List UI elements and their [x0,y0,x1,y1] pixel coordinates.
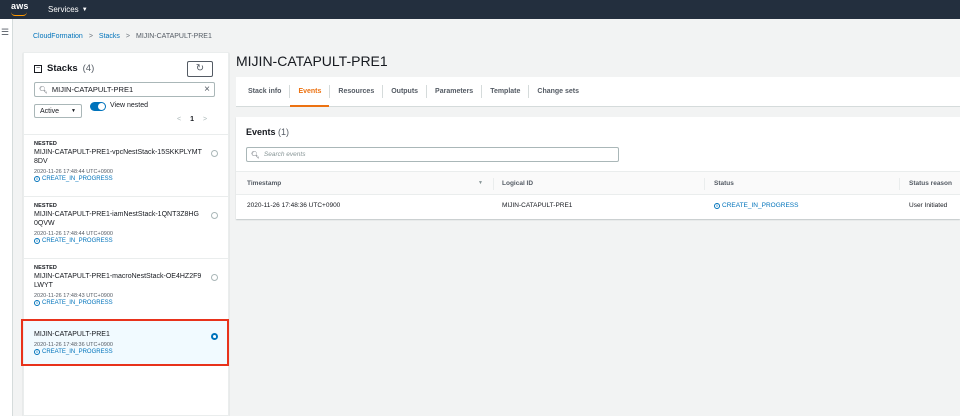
stack-status-text: CREATE_IN_PROGRESS [42,176,113,182]
view-nested-toggle[interactable] [90,102,106,111]
stacks-title: Stacks [47,63,78,74]
tab-outputs[interactable]: Outputs [383,85,428,98]
tab-stack-info[interactable]: Stack info [240,85,291,98]
previous-page-icon[interactable]: < [177,116,181,123]
aws-logo[interactable]: aws [9,1,31,18]
info-icon: i [34,176,40,182]
nested-label: NESTED [34,265,57,271]
stack-status: i CREATE_IN_PROGRESS [34,349,218,355]
top-navigation-bar: aws Services ▼ [0,0,960,19]
info-icon: i [34,300,40,306]
stack-list-item-selected[interactable]: MIJIN-CATAPULT-PRE1 2020-11-26 17:48:36 … [24,320,228,366]
stack-name: MIJIN-CATAPULT-PRE1-iamNestStack-1QNT3Z8… [34,211,199,227]
filter-selected-value: Active [40,107,60,115]
events-table-header: Timestamp ▼ Logical ID Status Status rea… [236,171,960,195]
info-icon: i [714,202,720,209]
caret-down-icon: ▼ [81,6,88,13]
left-rail: ☰ [0,19,13,416]
column-header-logical-id[interactable]: Logical ID [502,180,533,187]
stack-timestamp: 2020-11-26 17:48:44 UTC+0900 [34,231,113,237]
events-search-placeholder: Search events [263,151,306,158]
column-header-status-reason[interactable]: Status reason [909,180,952,187]
event-status-text: CREATE_IN_PROGRESS [722,202,799,209]
chevron-right-icon: > [125,33,131,40]
stack-radio-button[interactable] [211,274,218,281]
aws-smile-icon [11,12,27,16]
stacks-count: (4) [82,63,95,74]
event-status-reason: User Initiated [909,202,948,209]
events-header: Events (1) [246,127,289,137]
caret-down-icon: ▼ [71,108,76,114]
breadcrumb-current: MIJIN-CATAPULT-PRE1 [136,33,212,40]
collapse-icon[interactable]: − [34,64,42,73]
search-icon: 🔍︎ [251,151,260,159]
pagination: < 1 > [177,116,207,123]
stack-radio-button-selected[interactable] [211,333,218,340]
event-logical-id: MIJIN-CATAPULT-PRE1 [502,202,573,209]
event-status: i CREATE_IN_PROGRESS [714,202,798,209]
tab-resources[interactable]: Resources [330,85,384,98]
stack-name: MIJIN-CATAPULT-PRE1-vpcNestStack-15SKKPL… [34,149,202,165]
column-divider [704,178,705,190]
stack-list: NESTED MIJIN-CATAPULT-PRE1-vpcNestStack-… [24,134,228,366]
stack-status: i CREATE_IN_PROGRESS [34,176,218,182]
stacks-panel-header: − Stacks (4) [34,63,94,74]
aws-logo-text: aws [11,1,29,11]
next-page-icon[interactable]: > [203,116,207,123]
stack-name: MIJIN-CATAPULT-PRE1 [34,331,110,338]
events-search-input[interactable]: 🔍︎ Search events [246,147,619,162]
refresh-button[interactable]: ↻ [187,61,213,77]
refresh-icon: ↻ [195,63,205,74]
info-icon: i [34,349,40,355]
stack-radio-button[interactable] [211,150,218,157]
stack-timestamp: 2020-11-26 17:48:36 UTC+0900 [34,342,113,348]
table-row[interactable]: 2020-11-26 17:48:36 UTC+0900 MIJIN-CATAP… [236,195,960,217]
breadcrumb-stacks[interactable]: Stacks [99,33,120,40]
stack-status-text: CREATE_IN_PROGRESS [42,349,113,355]
stack-detail-tabs: Stack info Events Resources Outputs Para… [236,77,960,107]
hamburger-menu-icon[interactable]: ☰ [1,27,9,38]
nested-label: NESTED [34,141,57,147]
column-header-status[interactable]: Status [714,180,734,187]
tab-template[interactable]: Template [482,85,530,98]
event-timestamp: 2020-11-26 17:48:36 UTC+0900 [247,202,341,209]
stack-radio-button[interactable] [211,212,218,219]
stack-timestamp: 2020-11-26 17:48:44 UTC+0900 [34,169,113,175]
breadcrumb: CloudFormation > Stacks > MIJIN-CATAPULT… [33,33,212,40]
events-count: (1) [278,127,290,137]
column-divider [899,178,900,190]
stack-status: i CREATE_IN_PROGRESS [34,300,218,306]
stack-name: MIJIN-CATAPULT-PRE1-macroNestStack-OE4HZ… [34,273,202,289]
page-title: MIJIN-CATAPULT-PRE1 [236,53,388,69]
current-page[interactable]: 1 [190,116,194,123]
column-header-timestamp[interactable]: Timestamp [247,180,281,187]
stack-list-item[interactable]: NESTED MIJIN-CATAPULT-PRE1-vpcNestStack-… [24,134,228,196]
breadcrumb-cloudformation[interactable]: CloudFormation [33,33,83,40]
view-nested-label: View nested [110,102,149,109]
tab-events[interactable]: Events [290,85,331,107]
services-menu-button[interactable]: Services ▼ [48,5,88,14]
info-icon: i [34,238,40,244]
stack-search-value: MIJIN-CATAPULT-PRE1 [51,85,134,94]
column-divider [493,178,494,190]
search-icon: 🔍︎ [39,86,48,94]
stack-status-text: CREATE_IN_PROGRESS [42,238,113,244]
stack-list-item[interactable]: NESTED MIJIN-CATAPULT-PRE1-iamNestStack-… [24,196,228,258]
tab-parameters[interactable]: Parameters [427,85,483,98]
stack-status-filter[interactable]: Active ▼ [34,104,82,118]
stack-list-item[interactable]: NESTED MIJIN-CATAPULT-PRE1-macroNestStac… [24,258,228,320]
stack-timestamp: 2020-11-26 17:48:43 UTC+0900 [34,293,113,299]
services-label: Services [48,5,79,14]
chevron-right-icon: > [88,33,93,40]
events-panel: Events (1) 🔍︎ Search events Timestamp ▼ … [236,117,960,219]
stack-search-input[interactable]: 🔍︎ MIJIN-CATAPULT-PRE1 × [34,82,215,97]
events-title: Events [246,127,276,137]
nested-label: NESTED [34,203,57,209]
tab-change-sets[interactable]: Change sets [529,85,587,98]
stack-status-text: CREATE_IN_PROGRESS [42,300,113,306]
clear-icon[interactable]: × [204,84,210,95]
sort-descending-icon[interactable]: ▼ [478,180,483,186]
stack-status: i CREATE_IN_PROGRESS [34,238,218,244]
stacks-panel: − Stacks (4) ↻ 🔍︎ MIJIN-CATAPULT-PRE1 × … [23,52,229,416]
